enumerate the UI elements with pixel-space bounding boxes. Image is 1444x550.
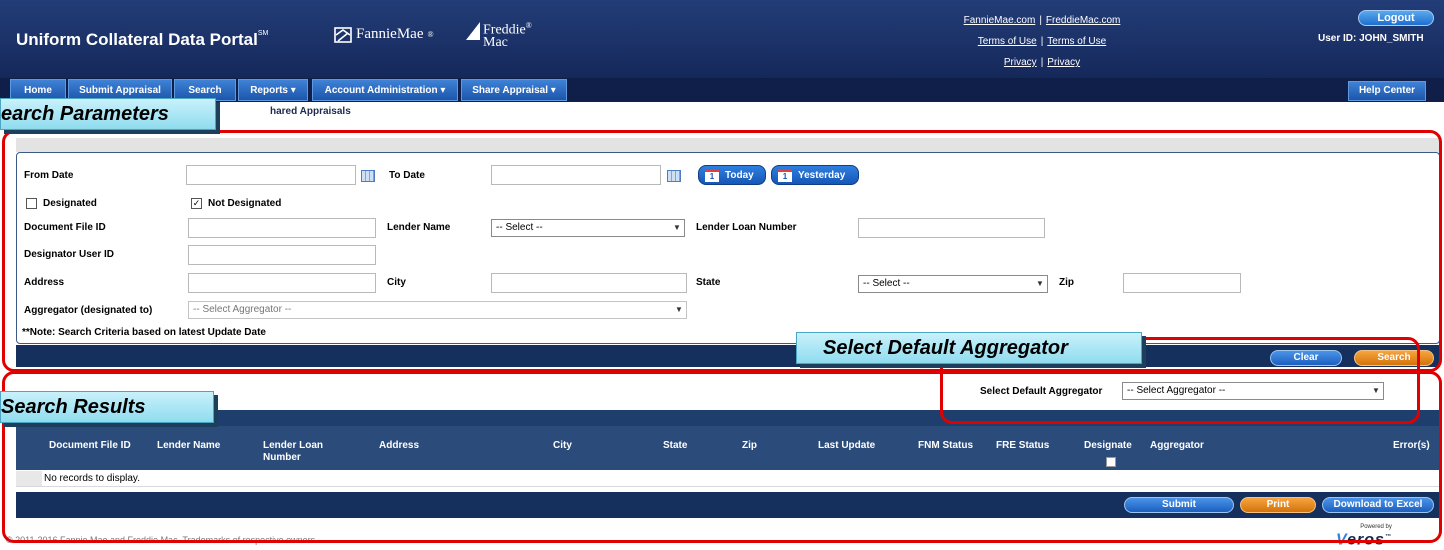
freddie-mac-roof-icon	[466, 22, 480, 40]
search-results-callout: Search Results	[0, 391, 214, 423]
fannie-privacy-link[interactable]: Privacy	[1004, 57, 1037, 68]
chevron-down-icon: ▾	[440, 85, 446, 96]
portal-header: Uniform Collateral Data PortalSM FannieM…	[0, 0, 1444, 78]
freddie-mac-logo: Freddie® Mac	[466, 20, 532, 49]
nav-account-administration[interactable]: Account Administration ▾	[312, 79, 458, 101]
fanniemae-link[interactable]: FannieMae.com	[964, 15, 1036, 26]
freddiemac-link[interactable]: FreddieMac.com	[1046, 15, 1120, 26]
default-aggregator-callout: Select Default Aggregator	[796, 332, 1142, 364]
fannie-mae-house-icon	[334, 26, 352, 43]
chevron-down-icon: ▾	[290, 85, 296, 96]
fannie-terms-link[interactable]: Terms of Use	[978, 36, 1037, 47]
logout-button[interactable]: Logout	[1358, 10, 1434, 26]
nav-reports[interactable]: Reports ▾	[238, 79, 308, 101]
main-nav: Home Submit Appraisal Search Reports ▾ A…	[0, 78, 1444, 102]
search-parameters-highlight	[2, 130, 1442, 372]
freddie-terms-link[interactable]: Terms of Use	[1047, 36, 1106, 47]
nav-share-appraisal[interactable]: Share Appraisal ▾	[461, 79, 567, 101]
chevron-down-icon: ▾	[550, 85, 556, 96]
breadcrumb: hared Appraisals	[270, 106, 351, 117]
help-center-button[interactable]: Help Center	[1348, 81, 1426, 101]
fannie-mae-logo: FannieMae ®	[334, 26, 434, 43]
header-links: FannieMae.com | FreddieMac.com Terms of Us…	[963, 15, 1121, 68]
user-id-label: User ID: JOHN_SMITH	[1318, 33, 1424, 44]
freddie-privacy-link[interactable]: Privacy	[1047, 57, 1080, 68]
search-parameters-callout: earch Parameters	[0, 98, 216, 130]
portal-title: Uniform Collateral Data PortalSM	[16, 30, 269, 49]
